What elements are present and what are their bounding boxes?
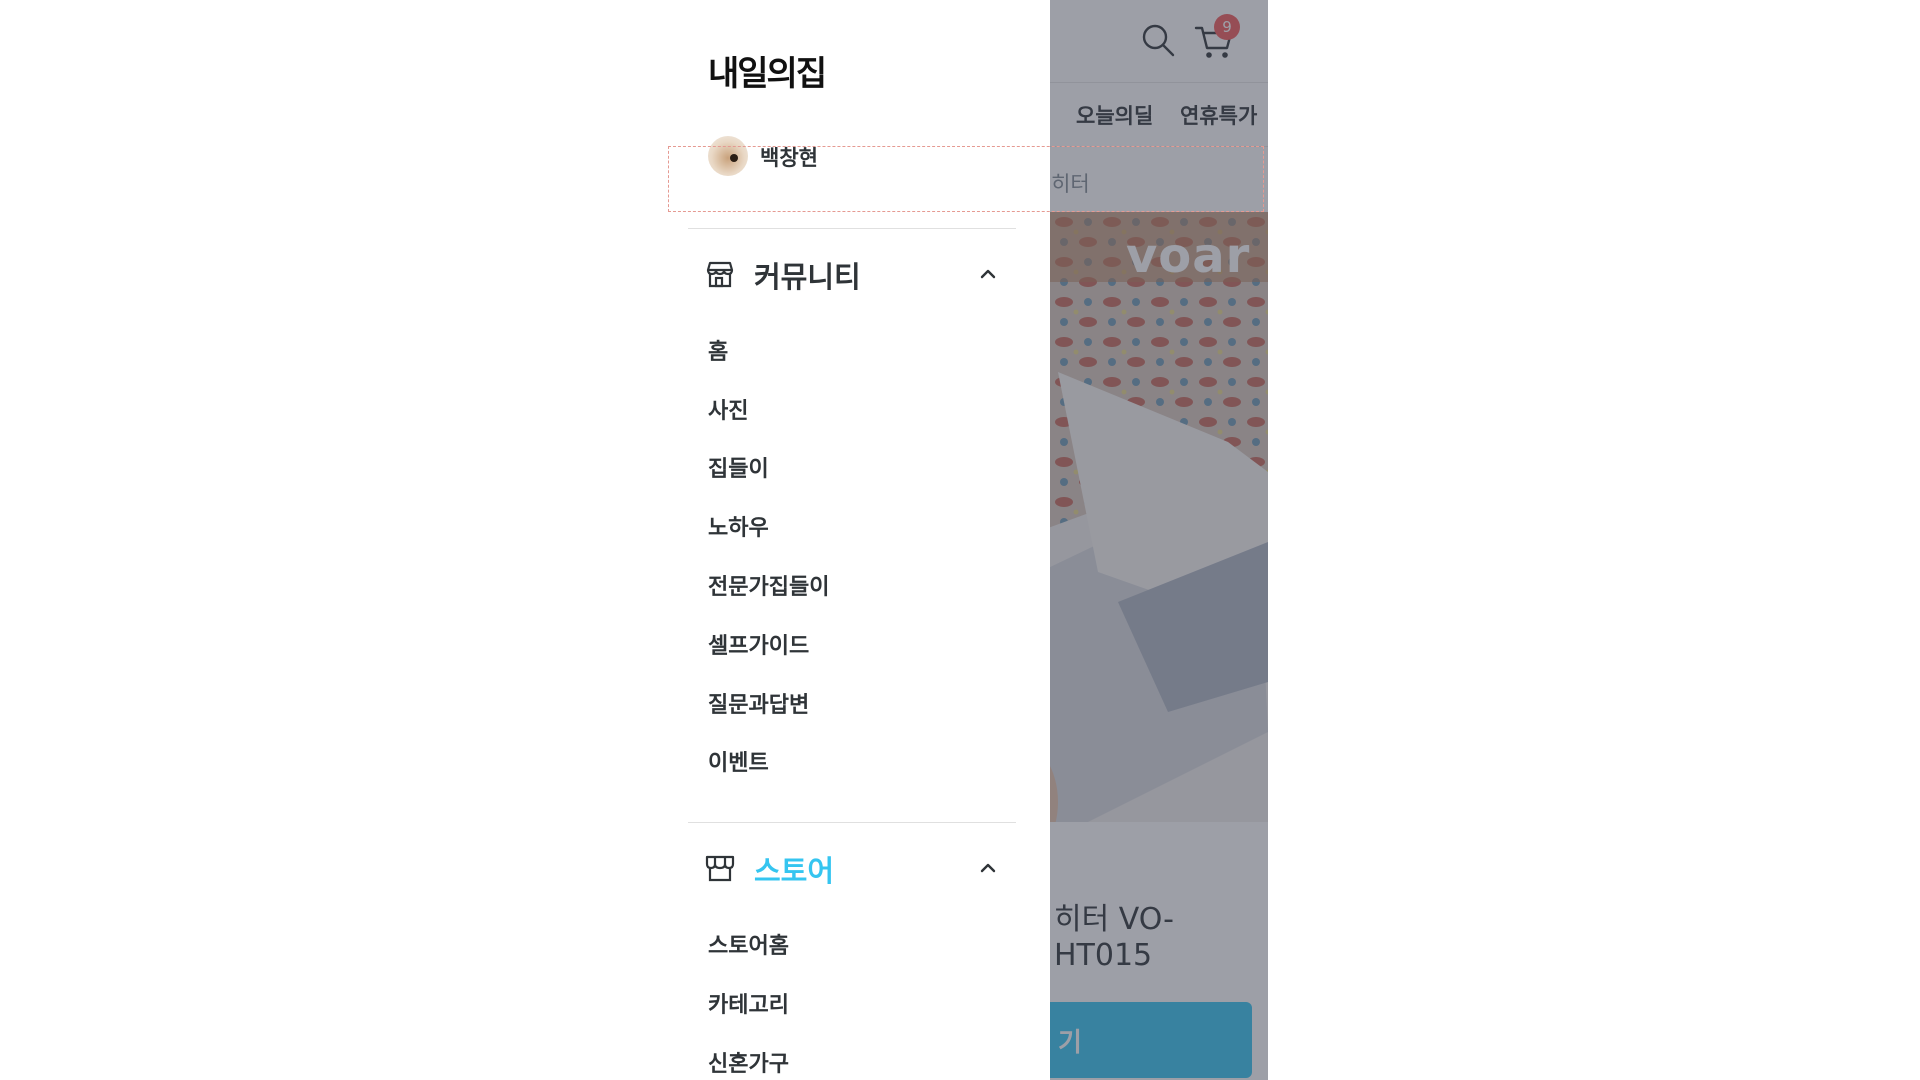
community-item-qna[interactable]: 질문과답변 <box>708 687 809 719</box>
community-item-self-guide[interactable]: 셀프가이드 <box>708 628 809 660</box>
avatar-detail <box>730 154 738 162</box>
profile-name: 백창현 <box>760 146 818 170</box>
store-section-title: 스토어 <box>754 854 835 888</box>
store-section-header[interactable]: 스토어 <box>704 846 1016 890</box>
community-item-home[interactable]: 홈 <box>708 334 728 366</box>
divider <box>688 822 1016 823</box>
chevron-up-icon[interactable] <box>976 262 1000 286</box>
community-item-event[interactable]: 이벤트 <box>708 745 769 777</box>
storefront-icon <box>706 261 734 288</box>
brand-logo-text[interactable]: 내일의집 <box>708 46 827 95</box>
divider <box>688 228 1016 229</box>
community-section-header[interactable]: 커뮤니티 <box>704 252 1016 296</box>
app-frame: 9 오늘의딜 연휴특가 |히터 <box>668 0 1268 1080</box>
side-drawer: 내일의집 백창현 커뮤니티 홈 사진 집들이 노하우 전문가집들이 셀프가이드 … <box>668 0 1050 1080</box>
community-item-housewarming[interactable]: 집들이 <box>708 451 769 483</box>
store-item-wedding-furniture[interactable]: 신혼가구 <box>708 1046 789 1078</box>
profile-link[interactable]: 백창현 <box>708 134 1008 178</box>
chevron-up-icon[interactable] <box>976 856 1000 880</box>
avatar <box>708 136 748 176</box>
store-awning-icon <box>705 855 735 882</box>
store-item-category[interactable]: 카테고리 <box>708 987 789 1019</box>
store-item-store-home[interactable]: 스토어홈 <box>708 928 789 960</box>
community-item-expert-housewarming[interactable]: 전문가집들이 <box>708 569 829 601</box>
community-item-photos[interactable]: 사진 <box>708 393 748 425</box>
community-section-title: 커뮤니티 <box>754 260 861 294</box>
community-item-knowhow[interactable]: 노하우 <box>708 510 769 542</box>
